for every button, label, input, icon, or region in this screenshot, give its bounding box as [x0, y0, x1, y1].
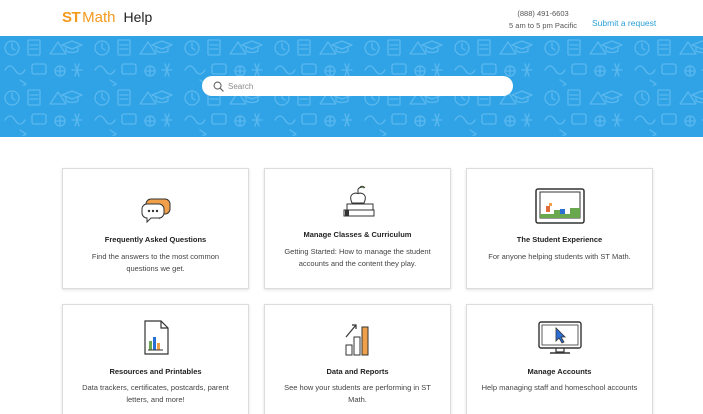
card-description: Getting Started: How to manage the stude…	[284, 247, 431, 268]
card-description: Help managing staff and homeschool accou…	[481, 383, 638, 392]
document-chart-icon	[63, 319, 248, 357]
card-resources-printables[interactable]: Resources and Printables Data trackers, …	[62, 304, 249, 414]
card-manage-accounts[interactable]: Manage Accounts Help managing staff and …	[466, 304, 653, 414]
phone-number: (888) 491-6603	[517, 9, 569, 18]
card-title: The Student Experience	[516, 235, 603, 244]
card-title: Data and Reports	[326, 367, 389, 376]
chat-bubbles-icon	[63, 195, 248, 223]
card-description: Data trackers, certificates, postcards, …	[82, 383, 229, 404]
card-manage-classes-curriculum[interactable]: Manage Classes & Curriculum Getting Star…	[264, 168, 451, 289]
card-title: Frequently Asked Questions	[104, 235, 207, 244]
search-input[interactable]	[228, 81, 498, 91]
logo-math-text: Math	[82, 9, 116, 26]
bar-chart-icon	[265, 319, 450, 357]
monitor-cursor-icon	[467, 319, 652, 357]
site-header: ST Math Help (888) 491-6603 5 am to 5 pm…	[0, 0, 703, 36]
card-title: Manage Classes & Curriculum	[303, 230, 412, 239]
logo-st-text: ST	[62, 9, 81, 26]
card-data-reports[interactable]: Data and Reports See how your students a…	[264, 304, 451, 414]
apple-books-icon	[265, 183, 450, 221]
st-math-logo[interactable]: ST Math Help	[62, 9, 152, 26]
card-frequently-asked-questions[interactable]: Frequently Asked Questions Find the answ…	[62, 168, 249, 289]
logo-help-text: Help	[123, 9, 153, 25]
search-bar[interactable]	[202, 76, 513, 96]
card-title: Resources and Printables	[109, 367, 202, 376]
search-icon	[210, 78, 226, 94]
contact-info: (888) 491-6603 5 am to 5 pm Pacific	[509, 8, 577, 32]
card-title: Manage Accounts	[527, 367, 592, 376]
card-description: For anyone helping students with ST Math…	[488, 252, 631, 261]
support-hours: 5 am to 5 pm Pacific	[509, 21, 577, 30]
card-description: See how your students are performing in …	[284, 383, 431, 404]
card-description: Find the answers to the most common ques…	[91, 252, 220, 273]
submit-request-link[interactable]: Submit a request	[592, 18, 656, 28]
game-screen-icon	[467, 187, 652, 225]
card-student-experience[interactable]: The Student Experience For anyone helpin…	[466, 168, 653, 289]
hero-banner	[0, 36, 703, 137]
